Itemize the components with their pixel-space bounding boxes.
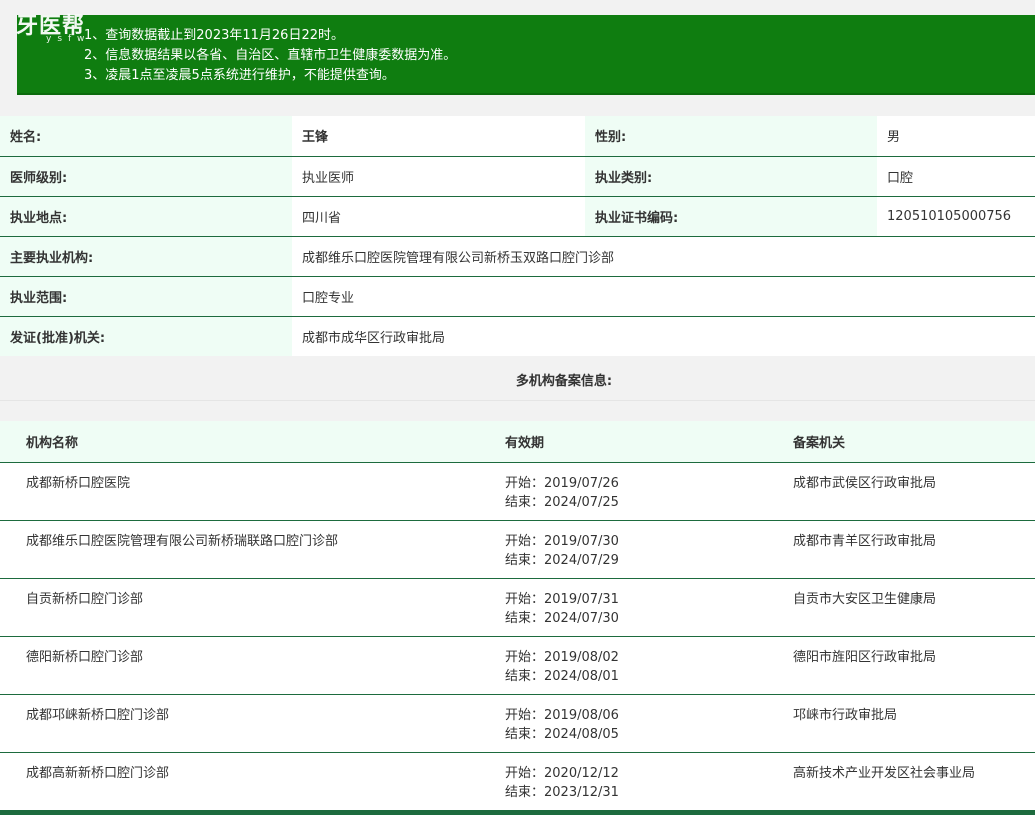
org-name-cell: 成都邛崃新桥口腔门诊部	[0, 694, 479, 753]
org-value: 成都维乐口腔医院管理有限公司新桥玉双路口腔门诊部	[292, 236, 1035, 277]
org-name-cell: 德阳新桥口腔门诊部	[0, 636, 479, 695]
column-header-org: 机构名称	[0, 421, 479, 463]
location-value: 四川省	[292, 196, 585, 237]
org-name-cell: 成都高新新桥口腔门诊部	[0, 752, 479, 811]
notice-banner: 1、查询数据截止到2023年11月26日22时。 2、信息数据结果以各省、自治区…	[17, 15, 1035, 95]
column-header-validity: 有效期	[479, 421, 767, 463]
validity-start: 开始：2019/07/31	[505, 591, 619, 607]
org-name-cell: 成都维乐口腔医院管理有限公司新桥瑞联路口腔门诊部	[0, 520, 479, 579]
validity-end: 结束：2024/07/30	[505, 610, 619, 626]
multi-org-title: 多机构备案信息:	[0, 361, 1035, 401]
validity-cell: 开始：2020/12/12 结束：2023/12/31	[479, 752, 767, 811]
validity-cell: 开始：2019/08/06 结束：2024/08/05	[479, 694, 767, 753]
cert-label: 执业证书编码:	[585, 196, 877, 237]
site-logo[interactable]: 牙医帮 ysfw	[16, 6, 136, 46]
category-label: 执业类别:	[585, 156, 877, 197]
validity-cell: 开始：2019/07/30 结束：2024/07/29	[479, 520, 767, 579]
info-row: 发证(批准)机关: 成都市成华区行政审批局	[0, 316, 1035, 356]
table-row: 成都维乐口腔医院管理有限公司新桥瑞联路口腔门诊部 开始：2019/07/30 结束…	[0, 520, 1035, 579]
info-row: 姓名: 王锋 性别: 男	[0, 116, 1035, 157]
notice-line: 3、凌晨1点至凌晨5点系统进行维护，不能提供查询。	[84, 68, 395, 83]
level-value: 执业医师	[292, 156, 585, 197]
authority-cell: 成都市青羊区行政审批局	[767, 520, 1035, 579]
validity-end: 结束：2023/12/31	[505, 784, 619, 800]
doctor-info-table: 姓名: 王锋 性别: 男 医师级别: 执业医师 执业类别: 口腔 执业地点: 四…	[0, 116, 1035, 356]
info-row: 医师级别: 执业医师 执业类别: 口腔	[0, 156, 1035, 197]
category-value: 口腔	[877, 156, 1035, 197]
authority-cell: 德阳市旌阳区行政审批局	[767, 636, 1035, 695]
scope-label: 执业范围:	[0, 276, 292, 317]
org-name-cell: 自贡新桥口腔门诊部	[0, 578, 479, 637]
validity-end: 结束：2024/08/05	[505, 726, 619, 742]
validity-cell: 开始：2019/07/31 结束：2024/07/30	[479, 578, 767, 637]
authority-label: 发证(批准)机关:	[0, 316, 292, 356]
info-row: 主要执业机构: 成都维乐口腔医院管理有限公司新桥玉双路口腔门诊部	[0, 236, 1035, 277]
notice-line: 2、信息数据结果以各省、自治区、直辖市卫生健康委数据为准。	[84, 48, 457, 63]
level-label: 医师级别:	[0, 156, 292, 197]
logo-subtext: ysfw	[46, 34, 91, 44]
name-value: 王锋	[292, 116, 585, 157]
validity-start: 开始：2019/08/06	[505, 707, 619, 723]
table-row: 德阳新桥口腔门诊部 开始：2019/08/02 结束：2024/08/01 德阳市…	[0, 636, 1035, 695]
table-row: 成都高新新桥口腔门诊部 开始：2020/12/12 结束：2023/12/31 高…	[0, 752, 1035, 811]
validity-cell: 开始：2019/07/26 结束：2024/07/25	[479, 462, 767, 521]
validity-end: 结束：2024/07/25	[505, 494, 619, 510]
table-row: 成都邛崃新桥口腔门诊部 开始：2019/08/06 结束：2024/08/05 邛…	[0, 694, 1035, 753]
validity-end: 结束：2024/07/29	[505, 552, 619, 568]
info-row: 执业地点: 四川省 执业证书编码: 120510105000756	[0, 196, 1035, 237]
table-header-row: 机构名称 有效期 备案机关	[0, 421, 1035, 463]
scope-value: 口腔专业	[292, 276, 1035, 317]
multi-org-table: 机构名称 有效期 备案机关 成都新桥口腔医院 开始：2019/07/26 结束：2…	[0, 421, 1035, 811]
info-row: 执业范围: 口腔专业	[0, 276, 1035, 317]
name-label: 姓名:	[0, 116, 292, 157]
validity-start: 开始：2020/12/12	[505, 765, 619, 781]
authority-cell: 自贡市大安区卫生健康局	[767, 578, 1035, 637]
authority-cell: 成都市武侯区行政审批局	[767, 462, 1035, 521]
authority-cell: 高新技术产业开发区社会事业局	[767, 752, 1035, 811]
validity-cell: 开始：2019/08/02 结束：2024/08/01	[479, 636, 767, 695]
validity-start: 开始：2019/07/30	[505, 533, 619, 549]
table-row: 成都新桥口腔医院 开始：2019/07/26 结束：2024/07/25 成都市武…	[0, 462, 1035, 521]
gender-value: 男	[877, 116, 1035, 157]
table-row: 自贡新桥口腔门诊部 开始：2019/07/31 结束：2024/07/30 自贡市…	[0, 578, 1035, 637]
authority-value: 成都市成华区行政审批局	[292, 316, 1035, 356]
validity-start: 开始：2019/07/26	[505, 475, 619, 491]
column-header-authority: 备案机关	[767, 421, 1035, 463]
gender-label: 性别:	[585, 116, 877, 157]
org-name-cell: 成都新桥口腔医院	[0, 462, 479, 521]
notice-line: 1、查询数据截止到2023年11月26日22时。	[84, 28, 344, 43]
validity-end: 结束：2024/08/01	[505, 668, 619, 684]
bottom-divider	[0, 811, 1035, 815]
cert-value: 120510105000756	[877, 196, 1035, 237]
location-label: 执业地点:	[0, 196, 292, 237]
org-label: 主要执业机构:	[0, 236, 292, 277]
authority-cell: 邛崃市行政审批局	[767, 694, 1035, 753]
validity-start: 开始：2019/08/02	[505, 649, 619, 665]
